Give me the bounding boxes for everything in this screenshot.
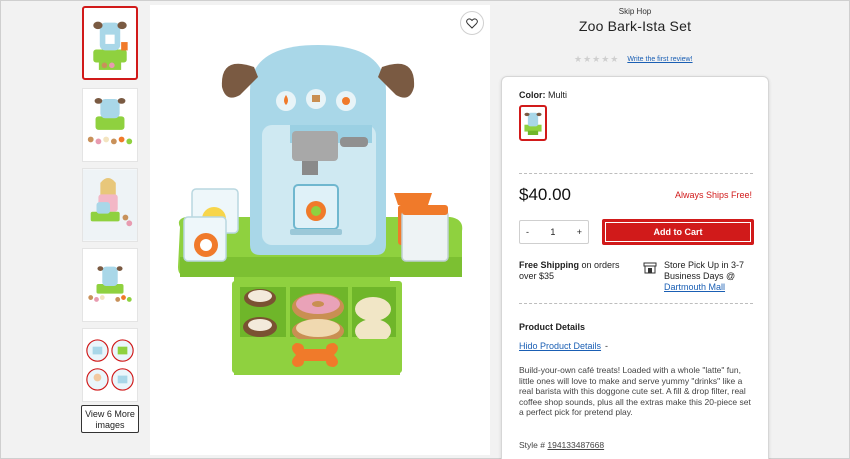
qty-value[interactable]: 1	[550, 227, 555, 237]
color-row: Color: Multi	[519, 90, 567, 100]
product-details-toggle: Hido Product Details -	[519, 341, 608, 351]
ships-free-badge: Always Ships Free!	[674, 190, 752, 200]
thumbnail-1-image	[93, 21, 128, 70]
store-location-link[interactable]: Dartmouth Mall	[664, 282, 725, 292]
product-details-heading: Product Details	[519, 322, 586, 332]
store-pickup-text: Store Pick Up in 3-7 Business Days @	[664, 260, 745, 281]
quantity-stepper: - 1 +	[519, 220, 589, 244]
thumbnail-5-image	[86, 339, 134, 391]
main-product-image[interactable]	[150, 5, 490, 455]
purchase-panel: Color: Multi $40.00 Always Ships Free! -…	[501, 76, 769, 459]
view-more-images-button[interactable]: View 6 More images	[81, 405, 139, 433]
thumbnail-2-image	[87, 98, 133, 145]
product-price: $40.00	[519, 185, 571, 204]
brand-name[interactable]: Skip Hop	[500, 7, 770, 16]
store-icon	[643, 262, 657, 274]
view-more-label: View 6 More	[85, 409, 135, 419]
free-shipping-info: Free Shipping on orders over $35	[519, 260, 629, 282]
thumbnail-4-image	[88, 266, 132, 302]
free-shipping-label: Free Shipping	[519, 260, 580, 270]
style-number: 194133487668	[547, 440, 605, 450]
color-value: Multi	[548, 90, 568, 100]
product-title: Zoo Bark-Ista Set	[578, 18, 692, 34]
write-review-link[interactable]: Write the first review!	[627, 56, 692, 63]
thumbnail-5[interactable]	[82, 328, 138, 402]
style-number-row: Style # 194133487668	[519, 440, 604, 450]
collapse-indicator[interactable]: -	[605, 341, 608, 351]
thumbnail-3[interactable]	[82, 168, 138, 242]
divider-color	[519, 173, 753, 174]
add-to-cart-button[interactable]: Add to Cart	[602, 219, 754, 245]
rating-row: ★★★★★ Write the first review!	[574, 54, 693, 65]
thumbnail-3-image	[83, 169, 137, 241]
swatch-image	[524, 112, 542, 135]
thumbnail-1[interactable]	[82, 6, 138, 80]
hide-product-details-link[interactable]: Hido Product Details	[519, 341, 601, 351]
view-more-label-images: images	[95, 420, 125, 430]
product-illustration	[178, 45, 463, 375]
color-swatch-multi[interactable]	[519, 105, 547, 141]
heart-icon	[466, 17, 478, 29]
color-label: Color:	[519, 90, 546, 100]
wishlist-heart-button[interactable]	[460, 11, 484, 35]
style-label: Style #	[519, 440, 545, 450]
store-pickup-info: Store Pick Up in 3-7 Business Days @ Dar…	[664, 260, 764, 293]
thumbnail-4[interactable]	[82, 248, 138, 322]
rating-stars: ★★★★★	[574, 54, 620, 64]
qty-decrease-button[interactable]: -	[526, 227, 529, 237]
product-description: Build-your-own café treats! Loaded with …	[519, 365, 751, 417]
divider-shipping	[519, 303, 753, 304]
thumbnail-2[interactable]	[82, 88, 138, 162]
qty-increase-button[interactable]: +	[577, 227, 582, 237]
